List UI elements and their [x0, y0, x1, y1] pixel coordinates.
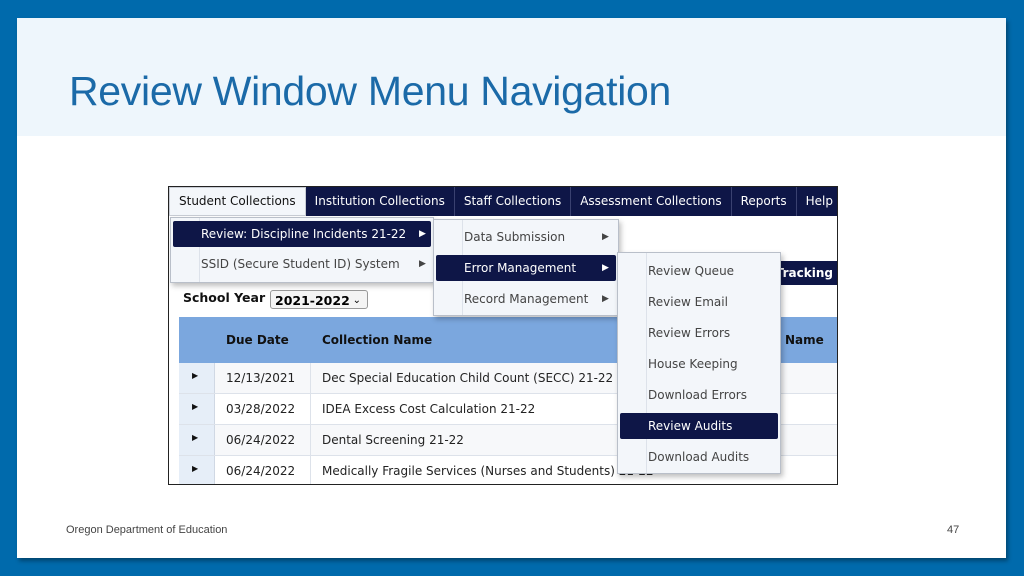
menu-reports[interactable]: Reports: [732, 187, 797, 216]
menu-help[interactable]: Help: [797, 187, 837, 216]
school-year-select[interactable]: 2021-2022 ⌄: [270, 290, 368, 309]
collection-name-cell: Dec Special Education Child Count (SECC)…: [322, 371, 614, 385]
menu-item-label: Review Errors: [648, 326, 731, 340]
expand-row-button[interactable]: ▶: [179, 363, 215, 393]
menu-item-review-email[interactable]: Review Email: [620, 289, 778, 315]
header-name[interactable]: Name: [785, 317, 824, 363]
menu-student-collections[interactable]: Student Collections: [169, 187, 306, 216]
menu-item-data-submission[interactable]: Data Submission ▶: [436, 224, 616, 250]
header-due-date[interactable]: Due Date: [226, 317, 289, 363]
expand-arrow-icon: ▶: [192, 371, 199, 380]
menu-item-house-keeping[interactable]: House Keeping: [620, 351, 778, 377]
title-band: Review Window Menu Navigation: [17, 18, 1006, 136]
column-divider: [310, 456, 311, 484]
menu-staff-collections[interactable]: Staff Collections: [455, 187, 572, 216]
main-menubar: Student Collections Institution Collecti…: [169, 187, 837, 216]
menu-institution-collections[interactable]: Institution Collections: [306, 187, 455, 216]
menu-item-label: Record Management: [464, 292, 589, 306]
due-date-cell: 03/28/2022: [226, 402, 296, 416]
school-year-value: 2021-2022: [275, 293, 350, 308]
submenu-arrow-icon: ▶: [602, 263, 609, 273]
menu-item-label: House Keeping: [648, 357, 738, 371]
discipline-incidents-submenu: Data Submission ▶ Error Management ▶ Rec…: [433, 219, 619, 316]
expand-row-button[interactable]: ▶: [179, 456, 215, 484]
menu-item-label: Review: Discipline Incidents 21-22: [201, 227, 407, 241]
expand-arrow-icon: ▶: [192, 402, 199, 411]
collection-name-cell: Medically Fragile Services (Nurses and S…: [322, 464, 654, 478]
menu-item-label: Review Queue: [648, 264, 735, 278]
slide-title: Review Window Menu Navigation: [69, 68, 672, 114]
chevron-down-icon: ⌄: [352, 295, 361, 306]
menu-item-error-management[interactable]: Error Management ▶: [436, 255, 616, 281]
column-divider: [310, 394, 311, 424]
collection-name-cell: Dental Screening 21-22: [322, 433, 464, 447]
expand-row-button[interactable]: ▶: [179, 394, 215, 424]
menu-item-label: SSID (Secure Student ID) System: [201, 257, 400, 271]
menu-item-label: Error Management: [464, 261, 577, 275]
submenu-arrow-icon: ▶: [419, 259, 426, 269]
menu-item-label: Data Submission: [464, 230, 566, 244]
menu-item-ssid-system[interactable]: SSID (Secure Student ID) System ▶: [173, 251, 431, 277]
menu-item-review-discipline-incidents[interactable]: Review: Discipline Incidents 21-22 ▶: [173, 221, 431, 247]
collection-name-cell: IDEA Excess Cost Calculation 21-22: [322, 402, 536, 416]
expand-arrow-icon: ▶: [192, 433, 199, 442]
column-divider: [310, 363, 311, 393]
menu-item-label: Download Errors: [648, 388, 747, 402]
menu-item-review-errors[interactable]: Review Errors: [620, 320, 778, 346]
menu-item-label: Review Email: [648, 295, 728, 309]
school-year-label: School Year :: [183, 290, 275, 305]
submenu-arrow-icon: ▶: [419, 229, 426, 239]
student-collections-dropdown: Review: Discipline Incidents 21-22 ▶ SSI…: [170, 217, 434, 283]
submenu-arrow-icon: ▶: [602, 294, 609, 304]
due-date-cell: 12/13/2021: [226, 371, 296, 385]
menu-item-review-audits[interactable]: Review Audits: [620, 413, 778, 439]
expand-row-button[interactable]: ▶: [179, 425, 215, 455]
submenu-arrow-icon: ▶: [602, 232, 609, 242]
header-collection-name[interactable]: Collection Name: [322, 317, 432, 363]
menu-item-label: Review Audits: [648, 419, 733, 433]
due-date-cell: 06/24/2022: [226, 433, 296, 447]
expand-arrow-icon: ▶: [192, 464, 199, 473]
menu-item-label: Download Audits: [648, 450, 750, 464]
due-date-cell: 06/24/2022: [226, 464, 296, 478]
error-management-submenu: Review Queue Review Email Review Errors …: [617, 252, 781, 474]
menu-item-review-queue[interactable]: Review Queue: [620, 258, 778, 284]
menu-assessment-collections[interactable]: Assessment Collections: [571, 187, 732, 216]
application-screenshot: Student Collections Institution Collecti…: [168, 186, 838, 485]
page-number: 47: [947, 524, 960, 536]
column-divider: [310, 425, 311, 455]
menu-item-download-errors[interactable]: Download Errors: [620, 382, 778, 408]
menu-item-download-audits[interactable]: Download Audits: [620, 444, 778, 470]
footer-organization: Oregon Department of Education: [66, 524, 228, 536]
menu-item-record-management[interactable]: Record Management ▶: [436, 286, 616, 312]
